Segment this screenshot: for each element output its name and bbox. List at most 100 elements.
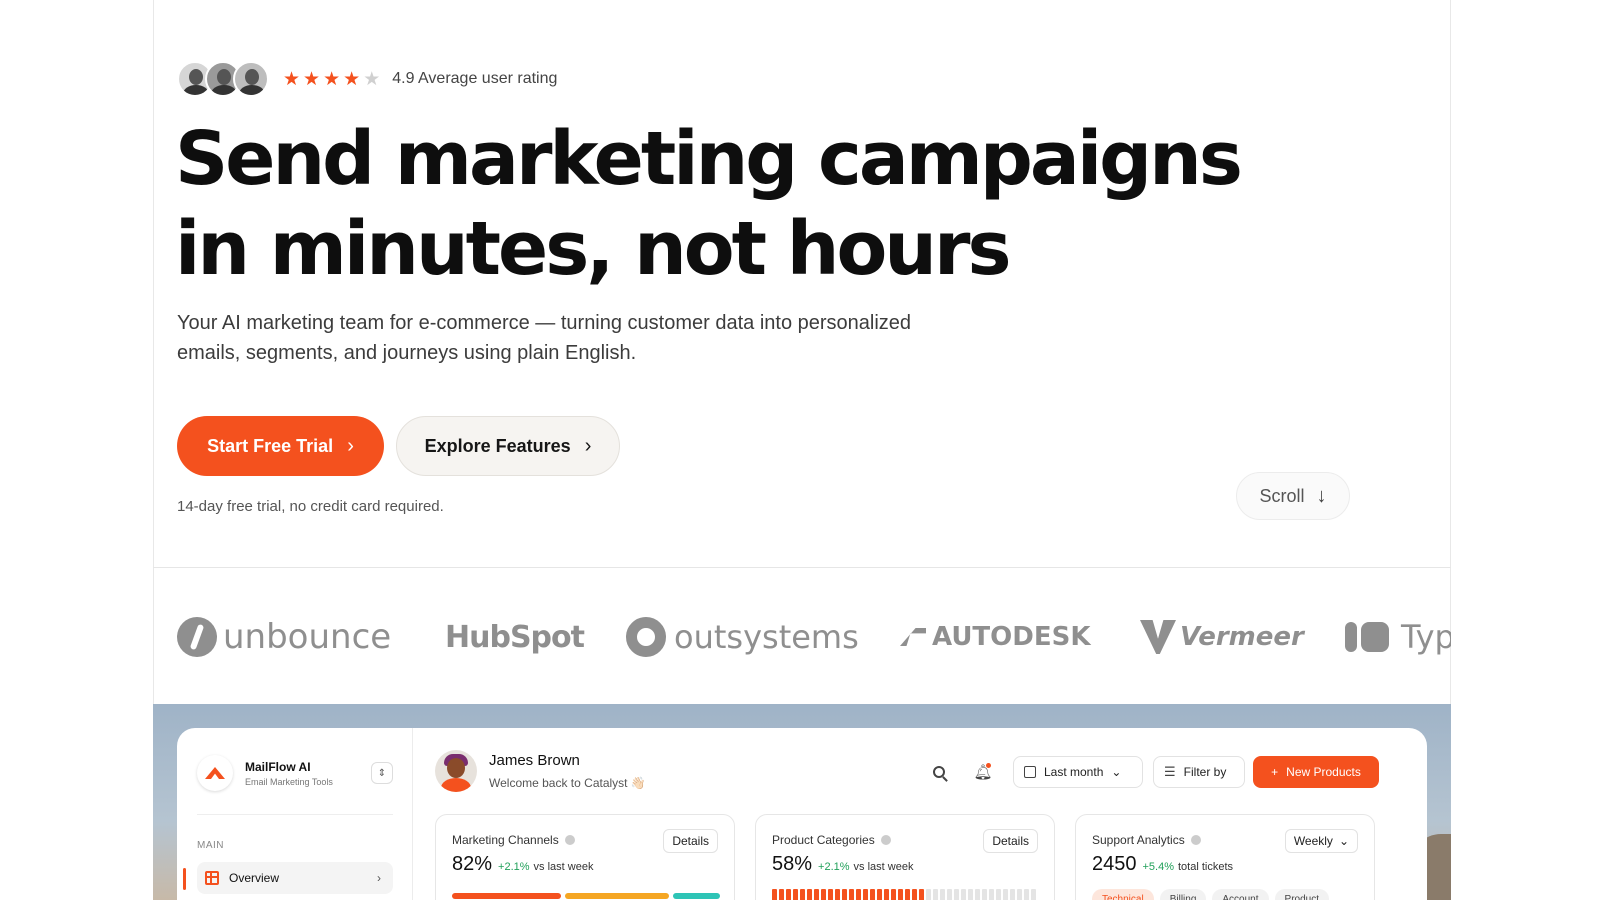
explore-features-button[interactable]: Explore Features › bbox=[396, 416, 620, 476]
card-comparison: total tickets bbox=[1178, 861, 1234, 873]
subtext-line-2: emails, segments, and journeys using pla… bbox=[177, 342, 637, 364]
plus-icon: + bbox=[1271, 765, 1279, 779]
progress-tick bbox=[898, 889, 903, 900]
headline-line-2: in minutes, not hours bbox=[175, 206, 1012, 292]
headline-line-1: Send marketing campaigns bbox=[175, 116, 1243, 202]
explore-features-label: Explore Features bbox=[424, 435, 571, 456]
channel-distribution-bar bbox=[452, 893, 720, 899]
sidebar-item-label: Overview bbox=[229, 871, 280, 885]
chevron-right-icon: › bbox=[584, 434, 592, 457]
card-value: 58% bbox=[772, 853, 813, 875]
chevron-right-icon: › bbox=[377, 871, 381, 885]
progress-tick bbox=[940, 889, 945, 900]
progress-tick bbox=[856, 889, 861, 900]
progress-tick bbox=[842, 889, 847, 900]
notifications-button[interactable]: 🔔︎ bbox=[969, 758, 997, 786]
typ-logo-icon bbox=[1345, 622, 1389, 652]
hero-subtext: Your AI marketing team for e-commerce — … bbox=[177, 308, 977, 368]
star-rating: ★ ★ ★ ★ ★ bbox=[283, 70, 380, 89]
notification-dot bbox=[986, 763, 991, 768]
scroll-label: Scroll bbox=[1259, 485, 1305, 506]
avatar bbox=[233, 61, 269, 97]
star-icon: ★ bbox=[343, 68, 361, 90]
channel-segment bbox=[565, 893, 670, 899]
logo-hubspot: HubSpot bbox=[445, 619, 585, 655]
new-products-button[interactable]: + New Products bbox=[1253, 756, 1379, 788]
progress-tick bbox=[968, 889, 973, 900]
card-comparison: vs last week bbox=[853, 861, 914, 873]
card-title: Product Categories bbox=[772, 833, 875, 847]
details-button[interactable]: Details bbox=[983, 829, 1038, 853]
logo-typ: Typ bbox=[1345, 612, 1451, 662]
subtext-line-1: Your AI marketing team for e-commerce — … bbox=[177, 312, 912, 334]
user-avatars bbox=[177, 61, 269, 97]
progress-tick bbox=[996, 889, 1001, 900]
brand-name: MailFlow AI bbox=[245, 759, 311, 774]
progress-tick bbox=[849, 889, 854, 900]
brand-tagline: Email Marketing Tools bbox=[245, 776, 333, 787]
chevron-up-down-icon[interactable]: ⇕ bbox=[371, 762, 393, 784]
card-delta: +5.4% bbox=[1142, 861, 1175, 873]
progress-tick bbox=[891, 889, 896, 900]
dashboard-app: MailFlow AI Email Marketing Tools ⇕ MAIN… bbox=[177, 728, 1427, 900]
date-range-select[interactable]: Last month ⌄ bbox=[1013, 756, 1143, 788]
brand-switcher[interactable]: MailFlow AI Email Marketing Tools ⇕ bbox=[197, 750, 393, 796]
ticket-category-chip[interactable]: Product bbox=[1274, 889, 1329, 900]
search-icon bbox=[933, 766, 945, 778]
ticket-category-chip[interactable]: Account bbox=[1212, 889, 1269, 900]
rating-row: ★ ★ ★ ★ ★ 4.9 Average user rating bbox=[177, 60, 557, 98]
progress-tick bbox=[835, 889, 840, 900]
progress-tick bbox=[947, 889, 952, 900]
period-select[interactable]: Weekly ⌄ bbox=[1284, 829, 1358, 853]
user-name: James Brown bbox=[489, 752, 580, 769]
trial-note: 14-day free trial, no credit card requir… bbox=[177, 498, 444, 515]
logo-autodesk: AUTODESK bbox=[900, 612, 1091, 662]
user-avatar[interactable] bbox=[435, 750, 477, 792]
progress-tick bbox=[800, 889, 805, 900]
scroll-button[interactable]: Scroll ↓ bbox=[1236, 472, 1350, 520]
dashboard-preview: MailFlow AI Email Marketing Tools ⇕ MAIN… bbox=[153, 704, 1451, 900]
filter-button[interactable]: ☰ Filter by bbox=[1153, 756, 1245, 788]
ticket-category-chips: Technical Billing Account Product bbox=[1092, 889, 1329, 900]
info-icon bbox=[564, 835, 575, 845]
progress-tick bbox=[793, 889, 798, 900]
info-icon bbox=[880, 835, 891, 845]
progress-tick bbox=[1024, 889, 1029, 900]
dashboard-header: James Brown Welcome back to Catalyst 👋🏻 … bbox=[435, 748, 1405, 798]
outsystems-logo-icon bbox=[626, 617, 666, 657]
star-icon: ★ bbox=[363, 68, 381, 90]
chevron-right-icon: › bbox=[347, 434, 354, 457]
card-delta: +2.1% bbox=[498, 861, 530, 873]
progress-tick bbox=[905, 889, 910, 900]
card-support-analytics: Support Analytics Weekly ⌄ 2450 +5.4% total… bbox=[1075, 814, 1375, 900]
autodesk-logo-icon bbox=[900, 628, 926, 646]
grid-icon bbox=[205, 871, 219, 885]
filter-label: Filter by bbox=[1183, 765, 1227, 779]
card-marketing-channels: Marketing Channels Details 82% +2.1% vs la… bbox=[435, 814, 735, 900]
start-free-trial-label: Start Free Trial bbox=[207, 435, 334, 456]
progress-tick bbox=[828, 889, 833, 900]
sidebar-item-overview[interactable]: Overview › bbox=[197, 862, 393, 894]
arrow-down-icon: ↓ bbox=[1316, 484, 1327, 507]
ticket-category-chip[interactable]: Billing bbox=[1159, 889, 1207, 900]
card-product-categories: Product Categories Details 58% +2.1% vs la… bbox=[755, 814, 1055, 900]
logo-outsystems: outsystems bbox=[626, 612, 859, 662]
info-icon bbox=[1190, 835, 1201, 845]
ticket-category-chip[interactable]: Technical bbox=[1092, 889, 1154, 900]
progress-tick bbox=[772, 889, 777, 900]
logo-unbounce: unbounce bbox=[177, 612, 391, 662]
channel-segment bbox=[452, 893, 562, 899]
start-free-trial-button[interactable]: Start Free Trial › bbox=[177, 416, 384, 476]
details-button[interactable]: Details bbox=[663, 829, 718, 853]
progress-tick bbox=[954, 889, 959, 900]
date-range-value: Last month bbox=[1044, 765, 1104, 779]
search-button[interactable] bbox=[925, 758, 953, 786]
user-welcome: Welcome back to Catalyst 👋🏻 bbox=[489, 776, 646, 790]
progress-tick bbox=[961, 889, 966, 900]
channel-segment bbox=[673, 893, 720, 899]
progress-tick bbox=[919, 889, 924, 900]
progress-tick bbox=[807, 889, 812, 900]
progress-tick bbox=[975, 889, 980, 900]
rating-text: 4.9 Average user rating bbox=[392, 70, 558, 87]
progress-tick bbox=[1003, 889, 1008, 900]
